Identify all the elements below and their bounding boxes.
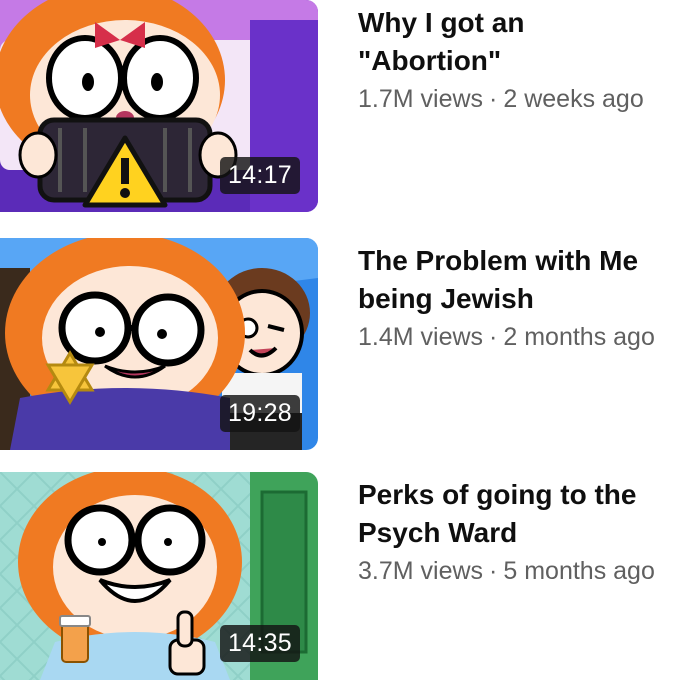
view-count: 1.7M views [358,85,484,113]
video-title-line: Psych Ward [358,517,518,548]
video-duration-badge: 14:17 [219,157,300,194]
video-stats: 3.7M views · 5 months ago [358,554,680,588]
video-title-line: Perks of going to the [358,479,637,510]
video-item[interactable]: 19:28 The Problem with Me being Jewish 1… [0,238,680,450]
video-title[interactable]: Why I got an "Abortion" [358,4,680,80]
separator-dot: · [489,557,498,585]
video-item[interactable]: 14:17 Why I got an "Abortion" 1.7M views… [0,0,680,212]
video-title-line: being Jewish [358,283,534,314]
video-title-line: The Problem with Me [358,245,639,276]
video-title-line: Why I got an [358,7,525,38]
upload-age: 5 months ago [503,557,655,585]
video-item[interactable]: 14:35 Perks of going to the Psych Ward 3… [0,472,680,680]
video-thumbnail[interactable]: 14:35 [0,472,318,680]
video-title-line: "Abortion" [358,45,502,76]
view-count: 1.4M views [358,323,484,351]
video-duration-badge: 19:28 [219,395,300,432]
video-thumbnail[interactable]: 14:17 [0,0,318,212]
video-feed: 14:17 Why I got an "Abortion" 1.7M views… [0,0,680,680]
upload-age: 2 months ago [503,323,655,351]
video-thumbnail[interactable]: 19:28 [0,238,318,450]
video-stats: 1.4M views · 2 months ago [358,320,680,354]
video-title[interactable]: The Problem with Me being Jewish [358,242,680,318]
video-title[interactable]: Perks of going to the Psych Ward [358,476,680,552]
video-stats: 1.7M views · 2 weeks ago [358,82,680,116]
separator-dot: · [489,85,498,113]
video-duration-badge: 14:35 [219,625,300,662]
separator-dot: · [489,323,498,351]
video-meta: Why I got an "Abortion" 1.7M views · 2 wee… [358,4,680,116]
view-count: 3.7M views [358,557,484,585]
upload-age: 2 weeks ago [503,85,644,113]
video-meta: The Problem with Me being Jewish 1.4M vi… [358,242,680,354]
video-meta: Perks of going to the Psych Ward 3.7M vi… [358,476,680,588]
